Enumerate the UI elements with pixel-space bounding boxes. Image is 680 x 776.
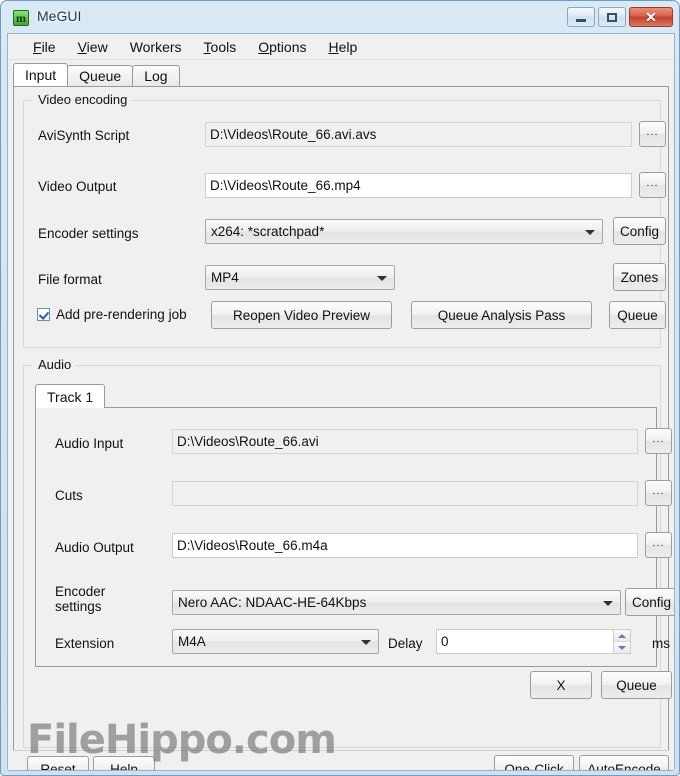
- maximize-button[interactable]: [598, 7, 626, 27]
- video-encoding-title: Video encoding: [34, 92, 132, 107]
- reset-button[interactable]: Reset: [27, 756, 89, 770]
- app-icon-glyph: m: [16, 11, 26, 25]
- add-prerendering-job-label: Add pre-rendering job: [56, 307, 187, 322]
- maximize-icon: [607, 12, 617, 22]
- audio-queue-button[interactable]: Queue: [601, 671, 672, 699]
- tab-log[interactable]: Log: [132, 65, 180, 86]
- delay-stepper[interactable]: 0: [436, 629, 631, 654]
- video-output-browse-button[interactable]: ...: [639, 172, 666, 198]
- delay-spin-buttons[interactable]: [613, 630, 630, 653]
- tab-input[interactable]: Input: [13, 63, 69, 86]
- audio-output-label: Audio Output: [55, 540, 134, 555]
- audio-encoder-settings-value: Nero AAC: NDAAC-HE-64Kbps: [178, 595, 367, 610]
- tab-track-1[interactable]: Track 1: [35, 384, 106, 408]
- audio-remove-track-button[interactable]: X: [530, 671, 592, 699]
- audio-group-title: Audio: [34, 357, 76, 372]
- audio-encoder-settings-combo[interactable]: Nero AAC: NDAAC-HE-64Kbps: [172, 590, 621, 615]
- avisynth-script-label: AviSynth Script: [38, 128, 130, 143]
- menu-help[interactable]: Help: [317, 36, 368, 58]
- group-border-right: [68, 365, 660, 366]
- video-queue-button[interactable]: Queue: [609, 301, 666, 329]
- track-1-page: Audio Input D:\Videos\Route_66.avi ... C…: [35, 407, 674, 699]
- client-area: File View Workers Tools Options Help Inp…: [8, 34, 674, 770]
- one-click-button[interactable]: One-Click: [494, 755, 574, 770]
- file-format-combo[interactable]: MP4: [205, 265, 395, 290]
- chevron-down-icon: [603, 600, 613, 606]
- triangle-down-icon: [618, 645, 626, 650]
- delay-label: Delay: [388, 636, 423, 651]
- minimize-icon: [576, 18, 586, 22]
- delay-unit-label: ms: [652, 636, 670, 651]
- delay-increment-button[interactable]: [614, 630, 630, 642]
- close-icon: ✕: [645, 9, 657, 25]
- tab-track-1-label: Track 1: [47, 388, 94, 405]
- audio-tabstrip: Track 1: [35, 384, 106, 408]
- audio-output-field[interactable]: D:\Videos\Route_66.m4a: [172, 533, 638, 558]
- menu-options[interactable]: Options: [247, 36, 317, 58]
- cuts-browse-button[interactable]: ...: [645, 480, 672, 506]
- video-output-input[interactable]: D:\Videos\Route_66.mp4: [205, 173, 632, 198]
- chevron-down-icon: [585, 229, 595, 235]
- window-controls: ✕: [567, 7, 673, 27]
- audio-input-label: Audio Input: [55, 436, 124, 451]
- menu-view[interactable]: View: [67, 36, 119, 58]
- megui-app-icon: m: [13, 10, 29, 26]
- group-border-left: [24, 365, 32, 366]
- extension-combo[interactable]: M4A: [172, 629, 379, 654]
- extension-label: Extension: [55, 636, 115, 651]
- audio-group: Audio Track 1 Audio Input D:\Videos\Rout…: [23, 357, 674, 748]
- title-bar: m MeGUI ✕: [1, 1, 680, 33]
- add-prerendering-job-checkbox[interactable]: Add pre-rendering job: [37, 307, 187, 322]
- close-button[interactable]: ✕: [629, 7, 673, 27]
- audio-input-browse-button[interactable]: ...: [645, 428, 672, 454]
- tab-queue-label: Queue: [79, 68, 122, 84]
- bottom-button-bar: Reset Help One-Click AutoEncode: [13, 750, 669, 770]
- help-button[interactable]: Help: [93, 756, 155, 770]
- tab-log-label: Log: [144, 68, 168, 84]
- menu-workers[interactable]: Workers: [119, 36, 193, 58]
- extension-value: M4A: [178, 634, 206, 649]
- file-format-label: File format: [38, 272, 102, 287]
- menu-tools[interactable]: Tools: [193, 36, 248, 58]
- chevron-down-icon: [377, 275, 387, 281]
- megui-main-window: m MeGUI ✕ File View Workers Tools Option…: [0, 0, 680, 776]
- group-border-left: [24, 100, 32, 101]
- video-encoding-group: Video encoding AviSynth Script D:\Videos…: [23, 92, 666, 348]
- window-title: MeGUI: [37, 8, 82, 24]
- audio-encoder-settings-label: Encoder settings: [55, 584, 106, 614]
- group-border-right: [105, 100, 660, 101]
- cuts-field[interactable]: [172, 481, 638, 506]
- triangle-up-icon: [618, 633, 626, 638]
- tab-queue[interactable]: Queue: [67, 65, 134, 86]
- audio-input-field[interactable]: D:\Videos\Route_66.avi: [172, 429, 638, 454]
- video-encoder-settings-combo[interactable]: x264: *scratchpad*: [205, 219, 603, 244]
- video-encoder-settings-label: Encoder settings: [38, 226, 139, 241]
- reopen-video-preview-button[interactable]: Reopen Video Preview: [211, 301, 392, 329]
- chevron-down-icon: [361, 639, 371, 645]
- audio-config-button[interactable]: Config: [625, 588, 674, 616]
- delay-decrement-button[interactable]: [614, 642, 630, 653]
- audio-output-browse-button[interactable]: ...: [645, 532, 672, 558]
- tab-input-label: Input: [25, 67, 57, 83]
- menu-bar: File View Workers Tools Options Help: [8, 34, 674, 60]
- file-format-value: MP4: [211, 270, 239, 285]
- avisynth-browse-button[interactable]: ...: [639, 121, 666, 147]
- cuts-label: Cuts: [55, 488, 83, 503]
- autoencode-button[interactable]: AutoEncode: [579, 755, 669, 770]
- menu-file[interactable]: File: [22, 36, 67, 58]
- video-config-button[interactable]: Config: [613, 217, 666, 245]
- video-output-label: Video Output: [38, 179, 117, 194]
- input-tab-page: Video encoding AviSynth Script D:\Videos…: [13, 86, 674, 764]
- queue-analysis-pass-button[interactable]: Queue Analysis Pass: [411, 301, 592, 329]
- minimize-button[interactable]: [567, 7, 595, 27]
- delay-value: 0: [441, 634, 449, 649]
- main-tabstrip: Input Queue Log: [13, 63, 669, 86]
- avisynth-script-input[interactable]: D:\Videos\Route_66.avi.avs: [205, 122, 632, 147]
- zones-button[interactable]: Zones: [613, 263, 666, 291]
- checkbox-checked-icon: [37, 308, 50, 321]
- video-encoder-settings-value: x264: *scratchpad*: [211, 224, 325, 239]
